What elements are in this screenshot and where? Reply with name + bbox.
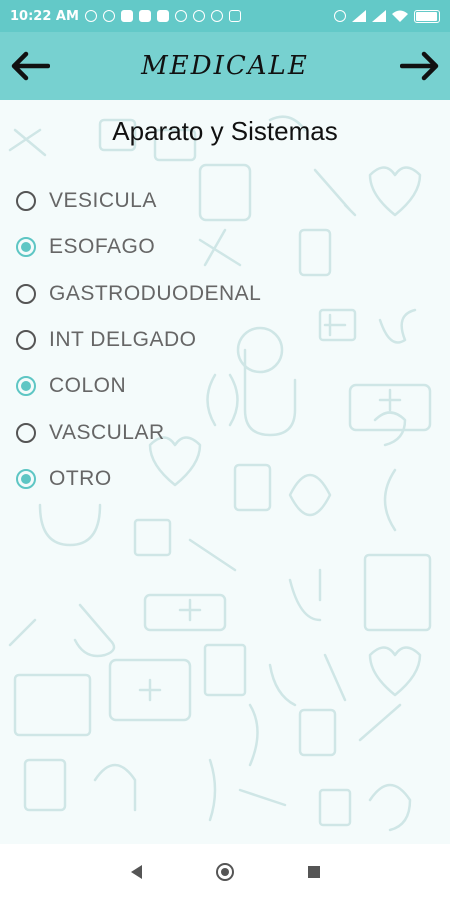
radio-option[interactable]: VESICULA	[16, 178, 261, 224]
circle-icon	[192, 10, 205, 22]
radio-unchecked-icon[interactable]	[16, 191, 36, 212]
status-time: 10:22 AM	[10, 8, 79, 24]
system-nav-bar	[0, 844, 450, 900]
radio-option[interactable]: OTRO	[16, 456, 261, 502]
radio-option[interactable]: INT DELGADO	[16, 317, 261, 363]
radio-option[interactable]: GASTRODUODENAL	[16, 271, 261, 317]
content-area: Aparato y Sistemas VESICULA ESOFAGO GASTRO…	[0, 100, 450, 844]
radio-option-label: VASCULAR	[49, 420, 165, 444]
recent-square-icon[interactable]	[307, 866, 320, 878]
options-list: VESICULA ESOFAGO GASTRODUODENAL INT DELGADO…	[16, 178, 261, 502]
battery-icon	[414, 9, 440, 23]
radio-option-label: ESOFAGO	[49, 235, 156, 259]
status-bar-left: 10:22 AM	[10, 9, 241, 24]
radio-option-label: VESICULA	[49, 189, 157, 213]
radio-unchecked-icon[interactable]	[16, 422, 36, 443]
signal-icon	[372, 10, 386, 22]
status-bar-right	[334, 9, 440, 23]
radio-option-label: GASTRODUODENAL	[49, 281, 262, 305]
radio-checked-icon[interactable]	[16, 468, 36, 489]
wifi-icon	[392, 10, 408, 22]
runner-icon	[174, 10, 187, 22]
arrow-left-icon[interactable]	[10, 51, 50, 81]
section-heading: Aparato y Sistemas	[112, 116, 338, 146]
facebook-icon	[120, 10, 133, 22]
radio-option-label: INT DELGADO	[49, 328, 197, 352]
radio-checked-icon[interactable]	[16, 237, 36, 258]
home-circle-icon[interactable]	[215, 863, 234, 881]
circle-icon	[102, 10, 115, 22]
radio-option[interactable]: ESOFAGO	[16, 224, 261, 270]
facebook-icon	[156, 10, 169, 22]
battery-level	[416, 11, 437, 21]
runner-icon	[210, 10, 223, 22]
app-bar: MEDICALE	[0, 32, 450, 100]
radio-option[interactable]: VASCULAR	[16, 409, 261, 455]
whatsapp-icon	[84, 10, 97, 22]
radio-checked-icon[interactable]	[16, 376, 36, 397]
arrow-right-icon[interactable]	[399, 51, 440, 81]
back-triangle-icon[interactable]	[130, 865, 142, 879]
laptop-icon	[228, 10, 241, 22]
signal-icon	[352, 10, 366, 22]
alarm-icon	[334, 10, 346, 22]
radio-unchecked-icon[interactable]	[16, 330, 36, 351]
radio-unchecked-icon[interactable]	[16, 283, 36, 304]
app-title: MEDICALE	[141, 51, 309, 81]
radio-option-label: OTRO	[49, 466, 112, 490]
status-bar: 10:22 AM	[0, 0, 450, 32]
radio-option-label: COLON	[49, 374, 127, 398]
radio-option[interactable]: COLON	[16, 363, 261, 409]
facebook-icon	[138, 10, 151, 22]
